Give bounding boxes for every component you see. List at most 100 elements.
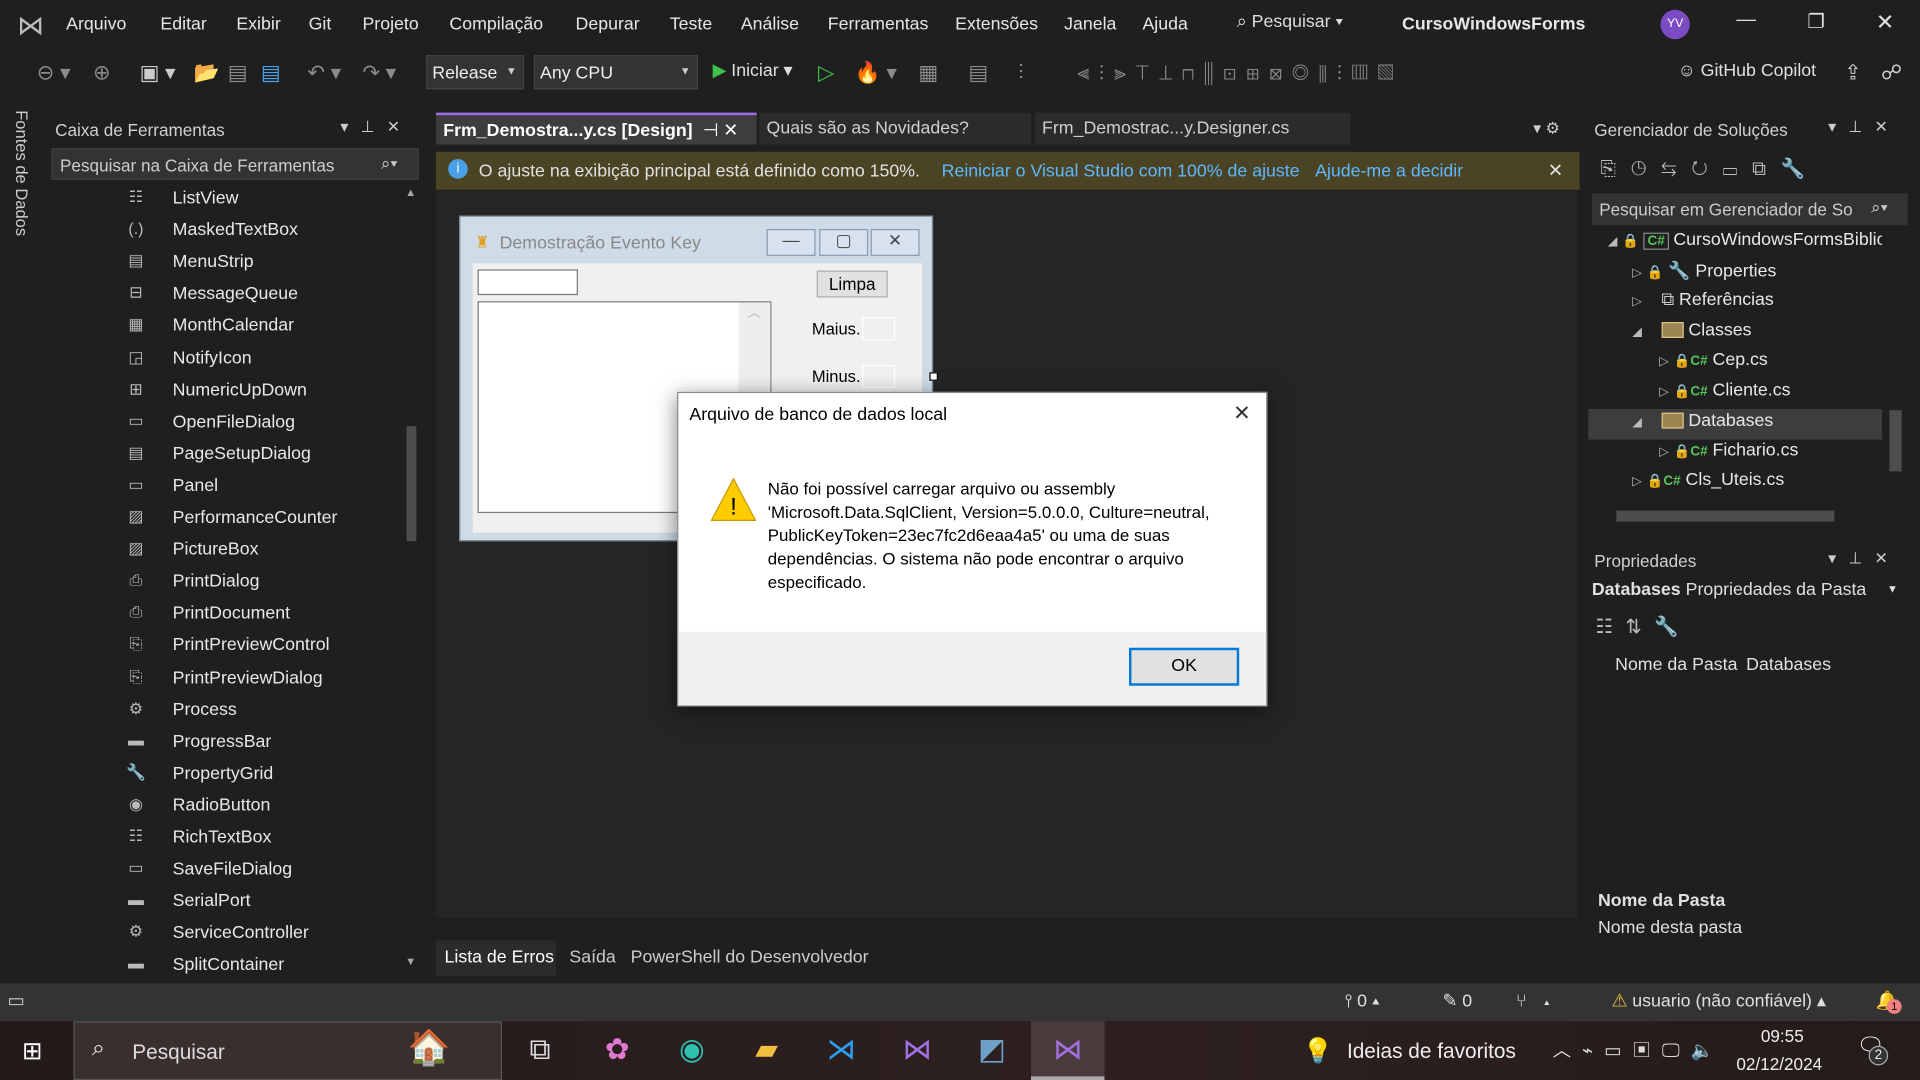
- close-infobar-button[interactable]: ✕: [1548, 159, 1563, 181]
- hot-reload-icon[interactable]: 🔥 ▾: [855, 61, 897, 85]
- panel-controls[interactable]: ▾⊥✕: [340, 118, 412, 138]
- menu-exibir[interactable]: Exibir: [236, 15, 280, 35]
- dialog-close-button[interactable]: ✕: [1233, 402, 1250, 426]
- restore-button[interactable]: ❐: [1807, 10, 1825, 34]
- tab-developer-powershell[interactable]: PowerShell do Desenvolvedor: [631, 948, 869, 968]
- forward-icon[interactable]: ⊕: [93, 61, 110, 85]
- solution-vscrollbar[interactable]: [1886, 233, 1906, 497]
- taskbar-search[interactable]: ⌕ Pesquisar 🏠: [73, 1021, 503, 1080]
- global-search[interactable]: ⌕ Pesquisar ▾: [1237, 12, 1343, 32]
- vscode-icon[interactable]: ⋊: [819, 1029, 863, 1073]
- menu-projeto[interactable]: Projeto: [362, 15, 418, 35]
- layout-tools-icon[interactable]: ▦ ▤ ⫶: [918, 61, 1035, 85]
- restart-100-link[interactable]: Reiniciar o Visual Studio com 100% de aj…: [942, 162, 1300, 182]
- resize-handle[interactable]: [929, 372, 938, 381]
- sql-server-icon[interactable]: ◩: [970, 1029, 1014, 1073]
- tree-uteis[interactable]: ▷ 🔒C# Cls_Uteis.cs: [1632, 470, 1784, 499]
- align-tools-icon[interactable]: ⫷⫶⫸⊤⊥⊓⫼⊡⊞⊠◎⫴⫶▥▧: [1078, 61, 1404, 85]
- redo-icon[interactable]: ↷ ▾: [362, 61, 396, 85]
- save-all-icon[interactable]: ▤: [261, 61, 281, 85]
- tree-fichario[interactable]: ▷ 🔒C# Fichario.cs: [1659, 441, 1798, 470]
- ok-button[interactable]: OK: [1128, 647, 1240, 686]
- tree-references[interactable]: ▷ ⧉ Referências: [1632, 290, 1774, 319]
- widget-label[interactable]: Ideias de favoritos: [1347, 1040, 1516, 1064]
- info-icon: i: [448, 159, 468, 179]
- tab-output[interactable]: Saída: [569, 948, 615, 968]
- form-close-button[interactable]: ✕: [870, 228, 920, 256]
- menu-analise[interactable]: Análise: [741, 15, 799, 35]
- menu-extensoes[interactable]: Extensões: [955, 15, 1038, 35]
- tab-error-list[interactable]: Lista de Erros: [435, 940, 556, 976]
- solution-toolbar-icons[interactable]: ⎘◷⇆↻▭⧉🔧: [1600, 157, 1820, 181]
- visual-studio-installer-icon[interactable]: ⋈: [895, 1029, 939, 1073]
- solution-hscrollbar[interactable]: [1592, 504, 1883, 526]
- start-button[interactable]: ▶ Iniciar ▾: [713, 61, 793, 81]
- menu-ferramentas[interactable]: Ferramentas: [828, 15, 929, 35]
- tree-cliente[interactable]: ▷ 🔒C# Cliente.cs: [1659, 381, 1790, 410]
- data-sources-tab[interactable]: Fontes de Dados: [12, 110, 30, 236]
- tree-cep[interactable]: ▷ 🔒C# Cep.cs: [1659, 350, 1768, 379]
- commits-indicator[interactable]: ⫯ 0 ▴: [1345, 992, 1380, 1012]
- platform-select[interactable]: Any CPU ▼: [533, 55, 698, 90]
- configuration-select[interactable]: Release ▼: [426, 55, 525, 90]
- properties-object-select[interactable]: Databases Propriedades da Pasta ▼: [1592, 580, 1908, 607]
- upper-field[interactable]: [862, 317, 896, 341]
- tab-designer[interactable]: Frm_Demostra...y.cs [Design] ⊣ ✕: [435, 112, 757, 145]
- windows-start-icon[interactable]: ⊞: [22, 1036, 43, 1067]
- properties-toolbar-icons[interactable]: ☷⇅🔧: [1596, 615, 1691, 639]
- menu-compilacao[interactable]: Compilação: [449, 15, 543, 35]
- close-button[interactable]: ✕: [1876, 10, 1894, 36]
- action-center-icon[interactable]: 🗨 2: [1856, 1033, 1889, 1066]
- clock-date[interactable]: 02/12/2024: [1736, 1054, 1822, 1074]
- open-folder-icon[interactable]: 📂: [193, 61, 219, 85]
- tree-properties[interactable]: ▷ 🔒 🔧 Properties: [1632, 261, 1776, 290]
- user-indicator[interactable]: ⚠ usuario (não confiável) ▴: [1611, 992, 1825, 1012]
- share-icon[interactable]: ⇪: [1844, 61, 1861, 85]
- toolbox-scrollbar[interactable]: ▲ ▼: [404, 186, 419, 970]
- menu-depurar[interactable]: Depurar: [576, 15, 640, 35]
- help-decide-link[interactable]: Ajude-me a decidir: [1315, 162, 1463, 182]
- toolbox-search-input[interactable]: Pesquisar na Caixa de Ferramentas ⌕▾: [51, 148, 419, 181]
- key-textbox[interactable]: [477, 269, 578, 296]
- menu-git[interactable]: Git: [309, 15, 332, 35]
- panel-controls[interactable]: ▾⊥✕: [1828, 549, 1900, 569]
- property-value[interactable]: Databases: [1746, 655, 1831, 675]
- solution-search-input[interactable]: Pesquisar em Gerenciador de So ⌕▾: [1591, 193, 1908, 226]
- menu-janela[interactable]: Janela: [1064, 15, 1116, 35]
- output-icon[interactable]: ▭: [7, 989, 24, 1012]
- file-explorer-icon[interactable]: ▰: [744, 1029, 788, 1073]
- copilot-app-icon[interactable]: ✿: [595, 1029, 639, 1073]
- form-minimize-button[interactable]: —: [766, 228, 816, 256]
- tab-options-icon[interactable]: ▾ ⚙: [1533, 119, 1560, 139]
- menu-editar[interactable]: Editar: [160, 15, 206, 35]
- start-without-debug-icon[interactable]: ▷: [818, 61, 834, 85]
- back-icon[interactable]: ⊖ ▾: [37, 61, 71, 85]
- menu-ajuda[interactable]: Ajuda: [1142, 15, 1187, 35]
- changes-indicator[interactable]: ✎ 0: [1442, 992, 1472, 1012]
- clock-time[interactable]: 09:55: [1761, 1026, 1804, 1046]
- undo-icon[interactable]: ↶ ▾: [307, 61, 341, 85]
- edge-icon[interactable]: ◉: [670, 1029, 714, 1073]
- branch-indicator[interactable]: ⑂ ▴: [1516, 992, 1552, 1012]
- minimize-button[interactable]: —: [1736, 10, 1756, 32]
- copilot-button[interactable]: ☺ GitHub Copilot: [1678, 61, 1817, 81]
- tab-designer-cs[interactable]: Frm_Demostrac...y.Designer.cs: [1034, 112, 1351, 145]
- tab-whats-new[interactable]: Quais são as Novidades?: [759, 112, 1032, 145]
- tree-classes[interactable]: ◢ Classes: [1632, 321, 1751, 350]
- system-tray-icons[interactable]: ︿⌁▭▣🖵🔈: [1553, 1037, 1725, 1063]
- lower-field[interactable]: [862, 364, 896, 389]
- avatar[interactable]: YV: [1660, 9, 1690, 40]
- tree-project[interactable]: ◢ 🔒 C# CursoWindowsFormsBiblio: [1608, 230, 1882, 259]
- menu-teste[interactable]: Teste: [670, 15, 712, 35]
- form-maximize-button[interactable]: ▢: [819, 228, 869, 256]
- panel-controls[interactable]: ▾⊥✕: [1828, 118, 1900, 138]
- task-view-icon[interactable]: ⧉: [518, 1029, 562, 1073]
- save-icon[interactable]: ▤: [228, 61, 248, 85]
- notifications-bell-icon[interactable]: 🔔 1: [1876, 989, 1902, 1014]
- visual-studio-taskbar-button[interactable]: ⋈: [1031, 1021, 1105, 1080]
- tree-databases[interactable]: ◢ Databases: [1588, 408, 1883, 440]
- new-project-icon[interactable]: ▣ ▾: [140, 61, 176, 85]
- menu-arquivo[interactable]: Arquivo: [66, 15, 126, 35]
- feedback-icon[interactable]: ☍: [1881, 61, 1902, 85]
- clear-button[interactable]: Limpa: [816, 270, 888, 298]
